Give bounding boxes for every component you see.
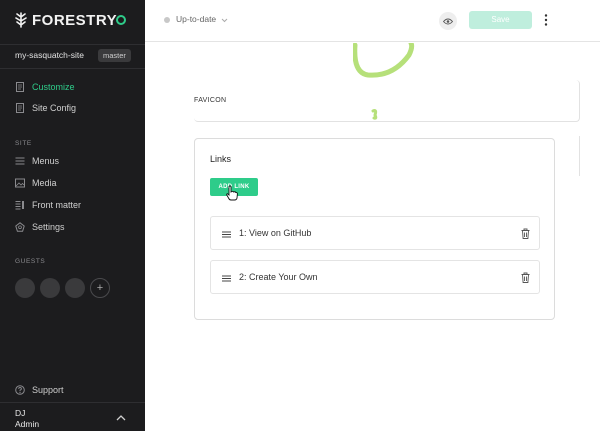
sidebar: FORESTRY my-sasquatch-site master Custom… (0, 0, 145, 431)
section-label-site: SITE (15, 140, 32, 147)
sidebar-item-media[interactable]: Media (15, 176, 57, 190)
links-card: Links ADD LINK 1: View on GitHub 2: Crea… (194, 138, 555, 320)
guest-avatar[interactable] (65, 278, 85, 298)
site-name: my-sasquatch-site (15, 50, 84, 60)
branch-badge[interactable]: master (98, 49, 131, 62)
card-edge (576, 136, 580, 176)
document-icon (16, 103, 24, 113)
main-content: FAVICON Links ADD LINK 1: View on GitHub… (145, 43, 600, 431)
section-label-guests: GUESTS (15, 258, 46, 265)
sidebar-item-menus[interactable]: Menus (15, 154, 59, 168)
top-bar: Up-to-date Save (145, 0, 600, 42)
sidebar-item-settings[interactable]: Settings (15, 220, 65, 234)
guest-avatar[interactable] (40, 278, 60, 298)
document-icon (16, 82, 24, 92)
save-button[interactable]: Save (469, 11, 532, 29)
divider (0, 44, 145, 45)
sidebar-item-label: Site Config (32, 103, 77, 113)
favicon-label: FAVICON (194, 97, 227, 104)
drag-handle-icon[interactable] (222, 231, 231, 238)
user-initials: DJ (15, 408, 26, 418)
front-matter-icon (15, 201, 24, 210)
help-icon (15, 385, 25, 395)
status-dot-icon (164, 17, 170, 23)
chevron-down-icon[interactable] (221, 17, 228, 23)
sidebar-item-label: Front matter (32, 200, 82, 210)
sync-status-icon[interactable] (116, 15, 126, 25)
hand-cursor-icon (226, 185, 238, 201)
forestry-logo-icon (15, 12, 27, 28)
user-role: Admin (15, 419, 40, 429)
favicon-card (194, 80, 580, 122)
menu-icon (15, 157, 25, 165)
sidebar-item-label: Settings (32, 222, 65, 232)
link-label: 2: Create Your Own (239, 272, 318, 282)
sidebar-item-label: Media (32, 178, 57, 188)
brand-name: FORESTRY (32, 11, 118, 29)
image-icon (15, 178, 25, 188)
list-item[interactable]: 2: Create Your Own (210, 260, 540, 294)
links-title: Links (210, 154, 232, 164)
drag-handle-icon[interactable] (222, 275, 231, 282)
link-label: 1: View on GitHub (239, 228, 312, 238)
divider (0, 68, 145, 69)
eye-icon (443, 18, 453, 24)
settings-icon (15, 222, 25, 232)
sidebar-item-customize[interactable]: Customize (15, 80, 75, 94)
trash-icon[interactable] (521, 272, 530, 283)
sidebar-item-front-matter[interactable]: Front matter (15, 198, 81, 212)
sidebar-item-support[interactable]: Support (15, 383, 64, 397)
sidebar-item-label: Menus (32, 156, 60, 166)
sync-status[interactable]: Up-to-date (176, 14, 216, 24)
more-options-icon[interactable] (543, 13, 549, 27)
preview-button[interactable] (439, 12, 457, 30)
user-menu[interactable]: DJ Admin (15, 408, 39, 430)
sidebar-item-site-config[interactable]: Site Config (15, 101, 76, 115)
chevron-up-icon[interactable] (116, 414, 126, 422)
sidebar-item-label: Support (32, 385, 64, 395)
guest-avatar[interactable] (15, 278, 35, 298)
trash-icon[interactable] (521, 228, 530, 239)
list-item[interactable]: 1: View on GitHub (210, 216, 540, 250)
brand[interactable]: FORESTRY (14, 11, 117, 29)
site-switcher[interactable]: my-sasquatch-site master (0, 46, 145, 66)
add-guest-button[interactable]: + (90, 278, 110, 298)
divider (0, 402, 145, 403)
sidebar-item-label: Customize (32, 82, 75, 92)
